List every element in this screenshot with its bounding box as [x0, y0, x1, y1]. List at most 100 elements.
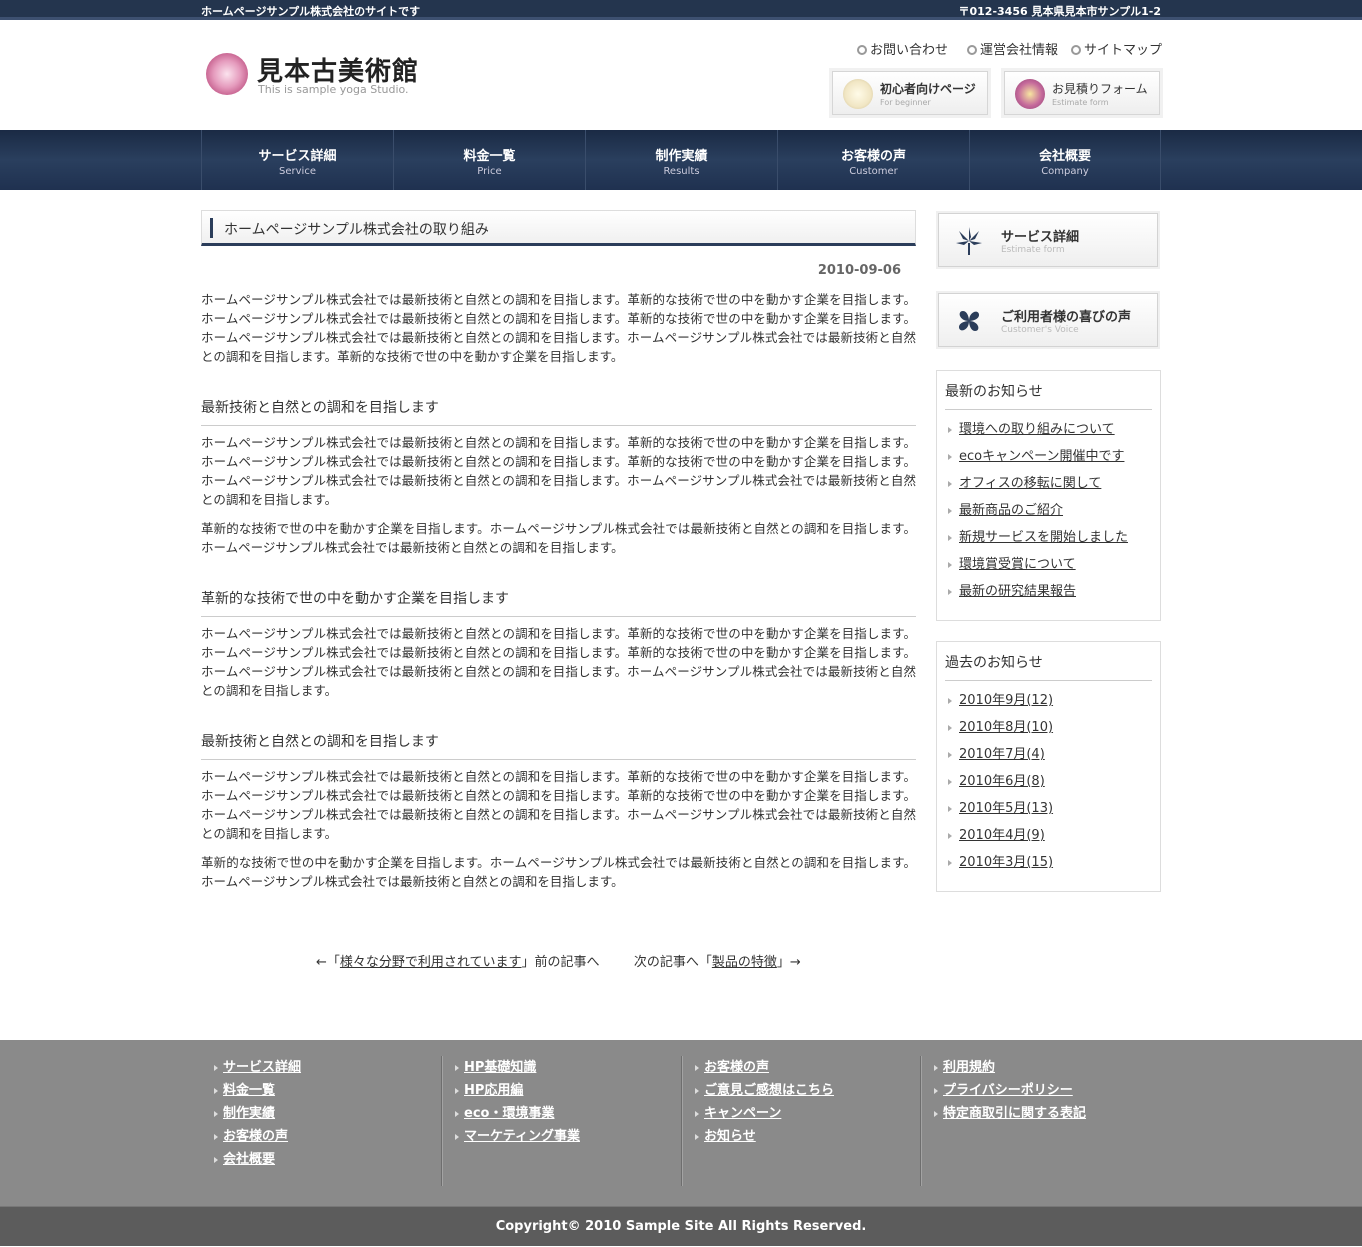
- bamboo-leaf-icon: [956, 227, 982, 255]
- archive-link[interactable]: 2010年7月(4): [959, 747, 1045, 762]
- site-logo-subtitle: This is sample yoga Studio.: [258, 83, 409, 96]
- nav-item-service[interactable]: サービス詳細 Service: [201, 130, 393, 190]
- footer-link[interactable]: サービス詳細: [223, 1060, 301, 1075]
- news-link[interactable]: 新規サービスを開始しました: [959, 530, 1128, 545]
- footer-column: お客様の声 ご意見ご感想はこちら キャンペーン お知らせ: [681, 1056, 921, 1186]
- circle-bullet-icon: [857, 45, 867, 55]
- util-link-label: お問い合わせ: [870, 43, 949, 58]
- news-link[interactable]: ecoキャンペーン開催中です: [959, 449, 1124, 464]
- pager-text: ←「: [316, 955, 340, 970]
- section-heading: 革新的な技術で世の中を動かす企業を目指します: [201, 588, 916, 617]
- archive-link[interactable]: 2010年4月(9): [959, 828, 1045, 843]
- list-item: ecoキャンペーン開催中です: [945, 443, 1160, 470]
- footer-link[interactable]: ご意見ご感想はこちら: [704, 1083, 834, 1098]
- prev-post-link[interactable]: 様々な分野で利用されています: [340, 955, 522, 970]
- list-item: 2010年9月(12): [945, 687, 1160, 714]
- nav-label: 会社概要: [1038, 149, 1091, 164]
- next-post-link[interactable]: 製品の特徴: [712, 955, 777, 970]
- news-link[interactable]: 最新商品のご紹介: [959, 503, 1063, 518]
- button-sublabel: For beginner: [880, 98, 931, 107]
- post-pager: ←「様々な分野で利用されています」前の記事へ 次の記事へ「製品の特徴」→: [316, 951, 801, 970]
- util-link-label: 運営会社情報: [980, 43, 1059, 58]
- nav-item-results[interactable]: 制作実績 Results: [585, 130, 777, 190]
- list-item: サービス詳細: [214, 1056, 441, 1079]
- pager-text: 」前の記事へ: [521, 955, 600, 970]
- footer-link[interactable]: HP応用編: [464, 1083, 523, 1098]
- list-item: 2010年3月(15): [945, 849, 1160, 876]
- beginner-page-button[interactable]: 初心者向けページ For beginner: [832, 71, 988, 115]
- footer-link[interactable]: 制作実績: [223, 1106, 275, 1121]
- section-paragraph: ホームページサンプル株式会社では最新技術と自然との調和を目指します。革新的な技術…: [201, 435, 916, 507]
- list-item: 2010年5月(13): [945, 795, 1160, 822]
- footer-link[interactable]: 特定商取引に関する表記: [943, 1106, 1086, 1121]
- util-link-company-info[interactable]: 運営会社情報: [967, 39, 1058, 58]
- list-item: 最新の研究結果報告: [945, 578, 1160, 605]
- footer-link[interactable]: 料金一覧: [223, 1083, 275, 1098]
- flower-logo-icon[interactable]: [206, 53, 248, 95]
- news-link[interactable]: 環境への取り組みについて: [959, 422, 1115, 437]
- footer-column: 利用規約 プライバシーポリシー 特定商取引に関する表記: [920, 1056, 1160, 1186]
- news-link[interactable]: 最新の研究結果報告: [959, 584, 1076, 599]
- archive-link[interactable]: 2010年8月(10): [959, 720, 1053, 735]
- archive-link[interactable]: 2010年5月(13): [959, 801, 1053, 816]
- util-link-contact[interactable]: お問い合わせ: [857, 39, 948, 58]
- circle-bullet-icon: [967, 45, 977, 55]
- top-bar: ホームページサンプル株式会社のサイトです 〒012-3456 見本県見本市サンプ…: [0, 0, 1362, 20]
- list-item: キャンペーン: [695, 1102, 921, 1125]
- nav-sublabel: Price: [477, 166, 502, 177]
- sidebar-voice-button[interactable]: ご利用者様の喜びの声 Customer's Voice: [938, 293, 1158, 347]
- news-link[interactable]: オフィスの移転に関して: [959, 476, 1101, 491]
- list-item: 2010年4月(9): [945, 822, 1160, 849]
- button-sublabel: Estimate form: [1052, 98, 1109, 107]
- footer-link[interactable]: プライバシーポリシー: [943, 1083, 1073, 1098]
- sidebar-service-button[interactable]: サービス詳細 Estimate form: [938, 213, 1158, 267]
- button-label: ご利用者様の喜びの声: [1001, 310, 1132, 325]
- pager-text: 」→: [776, 955, 801, 970]
- site-footer: サービス詳細 料金一覧 制作実績 お客様の声 会社概要 HP基礎知識 HP応用編…: [0, 1040, 1362, 1206]
- footer-link[interactable]: 利用規約: [943, 1060, 995, 1075]
- footer-link[interactable]: 会社概要: [223, 1152, 275, 1167]
- site-header: 見本古美術館 This is sample yoga Studio. お問い合わ…: [0, 23, 1362, 130]
- footer-link[interactable]: お客様の声: [704, 1060, 769, 1075]
- latest-news-list: 環境への取り組みについて ecoキャンペーン開催中です オフィスの移転に関して …: [945, 416, 1160, 605]
- util-link-sitemap[interactable]: サイトマップ: [1071, 39, 1162, 58]
- footer-link[interactable]: マーケティング事業: [464, 1129, 580, 1144]
- list-item: ご意見ご感想はこちら: [695, 1079, 921, 1102]
- pinwheel-icon: [959, 311, 979, 331]
- archive-link[interactable]: 2010年6月(8): [959, 774, 1045, 789]
- footer-link[interactable]: eco・環境事業: [464, 1106, 554, 1121]
- archive-link[interactable]: 2010年9月(12): [959, 693, 1053, 708]
- nav-sublabel: Customer: [849, 166, 898, 177]
- button-sublabel: Customer's Voice: [1001, 325, 1079, 335]
- list-item: HP応用編: [455, 1079, 681, 1102]
- footer-link[interactable]: お知らせ: [704, 1129, 756, 1144]
- article-intro: ホームページサンプル株式会社では最新技術と自然との調和を目指します。革新的な技術…: [201, 292, 916, 364]
- estimate-form-button[interactable]: お見積りフォーム Estimate form: [1004, 71, 1160, 115]
- article-date: 2010-09-06: [817, 263, 901, 278]
- archive-link[interactable]: 2010年3月(15): [959, 855, 1053, 870]
- list-item: マーケティング事業: [455, 1125, 681, 1148]
- section-paragraph: 革新的な技術で世の中を動かす企業を目指します。ホームページサンプル株式会社では最…: [201, 521, 916, 555]
- footer-link[interactable]: キャンペーン: [704, 1106, 781, 1121]
- list-item: eco・環境事業: [455, 1102, 681, 1125]
- button-label: サービス詳細: [1001, 230, 1080, 245]
- latest-news-box: 最新のお知らせ 環境への取り組みについて ecoキャンペーン開催中です オフィス…: [936, 370, 1161, 621]
- circle-bullet-icon: [1071, 45, 1081, 55]
- nav-label: 料金一覧: [463, 149, 516, 164]
- nav-item-company[interactable]: 会社概要 Company: [969, 130, 1161, 190]
- nav-sublabel: Results: [663, 166, 700, 177]
- news-link[interactable]: 環境賞受賞について: [959, 557, 1076, 572]
- footer-column: HP基礎知識 HP応用編 eco・環境事業 マーケティング事業: [441, 1056, 681, 1186]
- list-item: 環境への取り組みについて: [945, 416, 1160, 443]
- list-item: 新規サービスを開始しました: [945, 524, 1160, 551]
- footer-link[interactable]: お客様の声: [223, 1129, 288, 1144]
- nav-item-customer[interactable]: お客様の声 Customer: [777, 130, 969, 190]
- pager-text: 次の記事へ「: [633, 955, 712, 970]
- nav-item-price[interactable]: 料金一覧 Price: [393, 130, 585, 190]
- footer-link[interactable]: HP基礎知識: [464, 1060, 536, 1075]
- nav-label: 制作実績: [655, 149, 708, 164]
- nav-sublabel: Service: [279, 166, 316, 177]
- section-paragraph: ホームページサンプル株式会社では最新技術と自然との調和を目指します。革新的な技術…: [201, 769, 916, 841]
- site-tagline: ホームページサンプル株式会社のサイトです: [201, 5, 421, 18]
- list-item: お知らせ: [695, 1125, 921, 1148]
